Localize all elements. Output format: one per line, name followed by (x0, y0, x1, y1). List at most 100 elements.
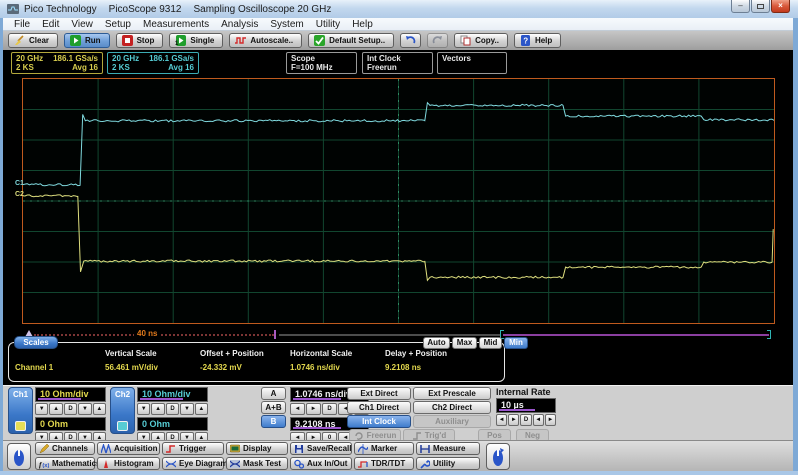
trigger-ext-direct-button[interactable]: Ext Direct (347, 387, 411, 400)
menu-utility[interactable]: Utility (310, 18, 346, 31)
internal-rate-coarse-left-button[interactable]: ◄ (496, 414, 507, 426)
run-button[interactable]: Run (64, 33, 110, 48)
ch2-scale-fine-down-button[interactable]: ▼ (180, 403, 193, 415)
menu-view[interactable]: View (65, 18, 99, 31)
scope-status-box[interactable]: Scope F=100 MHz (286, 52, 357, 74)
caliper-icon (420, 444, 430, 454)
aux-in-out-button[interactable]: Aux In/Out (290, 457, 352, 470)
ch1-offset-display: 0 Ohm (35, 417, 106, 431)
display-button[interactable]: Display (226, 442, 288, 455)
display-mode-box[interactable]: Vectors (437, 52, 507, 74)
internal-rate-fine-right-button[interactable]: ► (545, 414, 556, 426)
measure-button[interactable]: Measure (416, 442, 480, 455)
mask-test-button[interactable]: Mask Test (226, 457, 288, 470)
ch1-tab[interactable]: Ch1 (8, 387, 33, 434)
timebase-scale-coarse-right-button[interactable]: ► (306, 403, 321, 415)
maximize-button[interactable] (751, 0, 770, 13)
channels-button[interactable]: Channels (35, 442, 95, 455)
ch1-scale-coarse-down-button[interactable]: ▼ (35, 403, 48, 415)
clear-button[interactable]: Clear (8, 33, 58, 48)
ch2-trace-label: C2 (15, 191, 24, 198)
view-max-button[interactable]: Max (452, 337, 477, 349)
ch1-status-box[interactable]: 20 GHz186.1 GSa/s 2 KSAvg 16 (11, 52, 103, 74)
internal-rate-dial-button[interactable]: D (520, 414, 531, 426)
ch2-tab[interactable]: Ch2 (110, 387, 135, 434)
autoscale-button[interactable]: Autoscale.. (229, 33, 302, 48)
minimize-button[interactable]: – (731, 0, 750, 13)
menu-analysis[interactable]: Analysis (215, 18, 264, 31)
ch1-scale-fine-up-button[interactable]: ▲ (93, 403, 106, 415)
ch1-scale-dial-button[interactable]: D (64, 403, 77, 415)
ch2-scale-coarse-up-button[interactable]: ▲ (151, 403, 164, 415)
utility-button[interactable]: Utility (416, 457, 480, 470)
view-mid-button[interactable]: Mid (479, 337, 502, 349)
window-left-border (0, 18, 3, 471)
ch2-offset-display: 0 Ohm (137, 417, 208, 431)
trigger-button[interactable]: Trigger (162, 442, 224, 455)
single-button[interactable]: 1 Single (169, 33, 223, 48)
undo-button[interactable] (400, 33, 421, 48)
timebase-a-button[interactable]: A (261, 387, 286, 400)
copy-button[interactable]: Copy.. (454, 33, 508, 48)
disk-icon (294, 444, 304, 454)
menu-help[interactable]: Help (346, 18, 379, 31)
ch2-color-swatch[interactable] (117, 421, 128, 431)
acquisition-button[interactable]: Acquisition (97, 442, 160, 455)
title-vendor: Pico Technology (24, 4, 97, 15)
eye-pattern-icon (166, 459, 176, 469)
ch2-scale-dial-button[interactable]: D (166, 403, 179, 415)
scales-tab[interactable]: Scales (14, 336, 58, 349)
menu-file[interactable]: File (8, 18, 36, 31)
ch1-scale-fine-down-button[interactable]: ▼ (78, 403, 91, 415)
redo-button[interactable] (427, 33, 448, 48)
timebase-b-button[interactable]: B (261, 415, 286, 428)
ch1-scale-coarse-up-button[interactable]: ▲ (49, 403, 62, 415)
waveform-display[interactable]: C1 C2 (22, 78, 775, 324)
mathematics-button[interactable]: f(x) Mathematics (35, 457, 95, 470)
help-button[interactable]: ? Help (514, 33, 561, 48)
menu-edit[interactable]: Edit (36, 18, 65, 31)
monitor-icon (230, 444, 240, 454)
timebase-bar[interactable]: 40 ns (22, 328, 775, 342)
timebase-window-span[interactable] (503, 334, 769, 336)
mouse-left-button[interactable] (7, 443, 31, 470)
default-setup-button[interactable]: Default Setup.. (308, 33, 394, 48)
timebase-scale-dial-button[interactable]: D (322, 403, 337, 415)
view-min-button[interactable]: Min (504, 337, 528, 349)
ch1-trace-label: C1 (15, 180, 24, 187)
clock-status-box[interactable]: Int Clock Freerun (362, 52, 433, 74)
ch1-color-swatch[interactable] (15, 421, 26, 431)
scales-channel-label: Channel 1 (15, 363, 53, 372)
bottom-toolbar: Channels Acquisition Trigger Display Sav… (3, 440, 793, 471)
save-recall-button[interactable]: Save/Recall (290, 442, 352, 455)
trigger-ch1-direct-button[interactable]: Ch1 Direct (347, 401, 411, 414)
timebase-scale-coarse-left-button[interactable]: ◄ (290, 403, 305, 415)
menu-setup[interactable]: Setup (99, 18, 137, 31)
timebase-ab-button[interactable]: A+B (261, 401, 286, 414)
trigger-ch2-direct-button[interactable]: Ch2 Direct (413, 401, 491, 414)
waveform-plot (23, 79, 774, 323)
ch2-status-box[interactable]: 20 GHz186.1 GSa/s 2 KSAvg 16 (107, 52, 199, 74)
marker-button[interactable]: Marker (354, 442, 414, 455)
menu-measurements[interactable]: Measurements (137, 18, 215, 31)
close-button[interactable]: × (771, 0, 790, 13)
internal-rate-fine-left-button[interactable]: ◄ (533, 414, 544, 426)
ch2-scale-fine-up-button[interactable]: ▲ (195, 403, 208, 415)
mouse-right-button[interactable] (486, 443, 510, 470)
tdr-tdt-button[interactable]: TDR/TDT (354, 457, 414, 470)
trigger-int-clock-button[interactable]: Int Clock (347, 415, 411, 428)
trigger-auxiliary-button[interactable]: Auxiliary (413, 415, 491, 428)
title-bar: Pico Technology PicoScope 9312 Sampling … (0, 0, 798, 18)
internal-rate-coarse-right-button[interactable]: ► (508, 414, 519, 426)
window-bottom-border (0, 471, 798, 475)
window-right-bracket-icon[interactable] (767, 330, 771, 339)
fx-icon: f(x) (39, 459, 49, 469)
trigger-ext-prescale-button[interactable]: Ext Prescale (413, 387, 491, 400)
eye-diagram-button[interactable]: Eye Diagram (162, 457, 224, 470)
menu-system[interactable]: System (264, 18, 309, 31)
view-auto-button[interactable]: Auto (423, 337, 450, 349)
stop-button[interactable]: Stop (116, 33, 164, 48)
ch2-scale-coarse-down-button[interactable]: ▼ (137, 403, 150, 415)
histogram-button[interactable]: Histogram (97, 457, 160, 470)
copy-icon (460, 35, 471, 46)
